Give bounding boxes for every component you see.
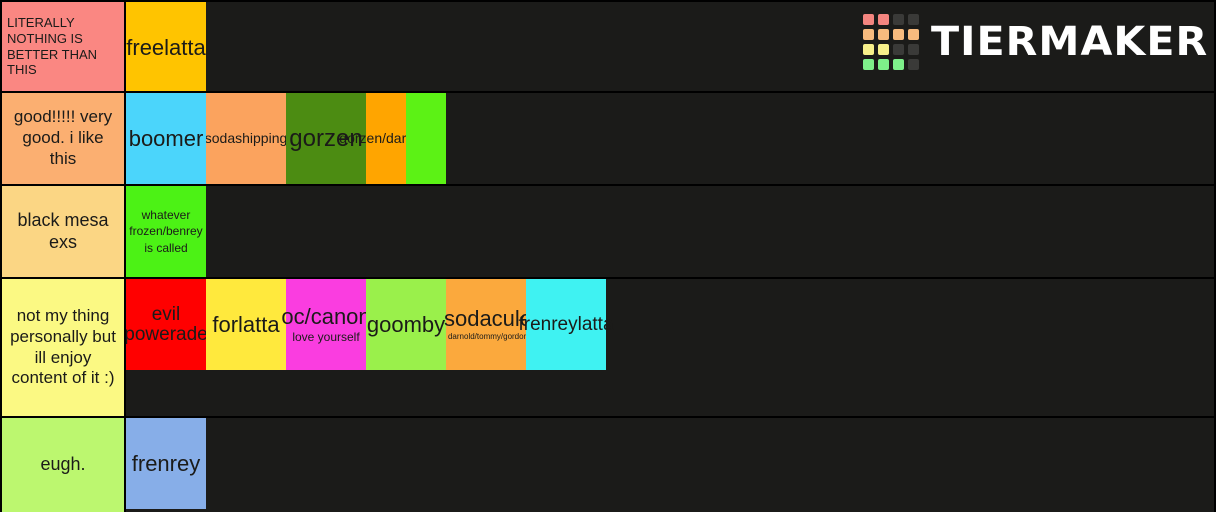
tier-items: boomer sodashipping gorzen gorzen/darnold	[126, 93, 1214, 184]
tier-item-title: forlatta	[212, 311, 280, 337]
tier-row: LITERALLY NOTHING IS BETTER THAN THIS fre…	[2, 2, 1214, 93]
tier-item[interactable]: frenrey	[126, 418, 206, 509]
tier-row: good!!!!! very good. i like this boomer so…	[2, 93, 1214, 186]
tier-items: whatever frozen/benrey is called	[126, 186, 1214, 277]
tier-item-subtitle: love yourself	[292, 330, 360, 345]
tier-label[interactable]: good!!!!! very good. i like this	[2, 93, 126, 184]
tier-items: freelatta	[126, 2, 1214, 91]
tier-item[interactable]: sodacule darnold/tommy/gordon	[444, 279, 532, 370]
tier-item-subtitle: darnold/tommy/gordon	[447, 332, 529, 342]
tier-item[interactable]: evil powerade	[126, 279, 208, 370]
tier-row: not my thing personally but ill enjoy co…	[2, 279, 1214, 418]
tier-item-title: frenreylatta	[518, 313, 614, 335]
tier-item-title: sodashipping	[206, 130, 286, 147]
tier-item-title: frenrey	[131, 450, 201, 476]
tier-label-text: good!!!!! very good. i like this	[13, 107, 113, 168]
tier-label-text: not my thing personally but ill enjoy co…	[10, 306, 116, 388]
tier-item[interactable]	[406, 93, 446, 184]
tier-item-title: freelatta	[126, 34, 206, 60]
tier-list: LITERALLY NOTHING IS BETTER THAN THIS fre…	[0, 0, 1216, 512]
tier-item[interactable]: sodashipping	[206, 93, 286, 184]
tier-item[interactable]: forlatta	[206, 279, 286, 370]
tier-items: evil powerade forlatta oc/canon love yourse…	[126, 279, 1214, 416]
tier-label-text: LITERALLY NOTHING IS BETTER THAN THIS	[7, 14, 98, 78]
tier-label[interactable]: black mesa exs	[2, 186, 126, 277]
tier-item-title: whatever frozen/benrey is called	[129, 208, 203, 255]
tier-label[interactable]: not my thing personally but ill enjoy co…	[2, 279, 126, 416]
tier-item[interactable]: goomby	[366, 279, 446, 370]
tier-items: frenrey	[126, 418, 1214, 512]
tier-item[interactable]: frenreylatta	[518, 279, 614, 370]
tier-item[interactable]: gorzen/darnold	[339, 93, 433, 184]
tier-item-title: boomer	[128, 125, 204, 151]
tier-label-text: eugh.	[40, 454, 86, 475]
tier-label-text: black mesa exs	[17, 209, 109, 252]
tier-item[interactable]: boomer	[126, 93, 206, 184]
tier-row: eugh. frenrey	[2, 418, 1214, 512]
tier-item-title: evil powerade	[126, 303, 208, 345]
tier-item-title: oc/canon	[281, 304, 371, 330]
tier-item[interactable]: oc/canon love yourself	[281, 279, 371, 370]
tier-item[interactable]: whatever frozen/benrey is called	[126, 186, 206, 277]
tier-row: black mesa exs whatever frozen/benrey is …	[2, 186, 1214, 279]
tier-item-title: goomby	[366, 311, 446, 337]
tier-item[interactable]: freelatta	[126, 2, 206, 91]
tier-label[interactable]: eugh.	[2, 418, 126, 512]
tier-label[interactable]: LITERALLY NOTHING IS BETTER THAN THIS	[2, 2, 126, 91]
